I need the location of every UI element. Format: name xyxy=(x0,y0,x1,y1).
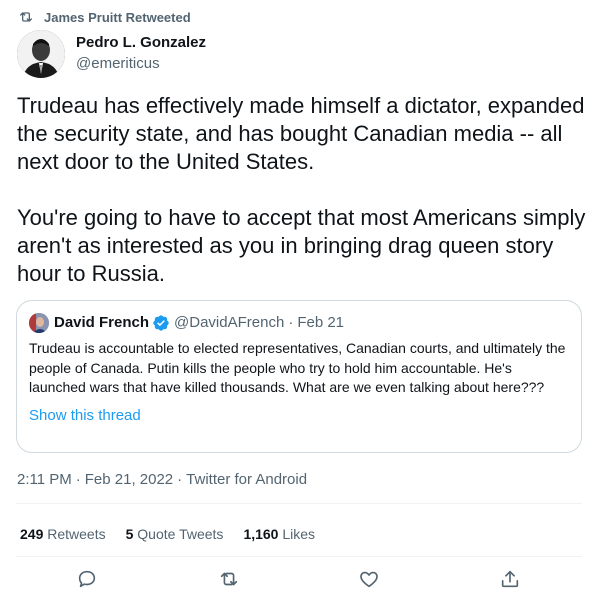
tweet-text: Trudeau has effectively made himself a d… xyxy=(17,92,587,288)
retweet-icon xyxy=(220,572,238,586)
tweet-source[interactable]: Twitter for Android xyxy=(186,471,307,488)
retweet-icon xyxy=(20,12,32,22)
quoted-date: Feb 21 xyxy=(297,314,345,331)
tweet-paragraph: Trudeau has effectively made himself a d… xyxy=(17,93,585,174)
quote-tweets-count: 5 xyxy=(125,526,134,542)
tweet-date[interactable]: Feb 21, 2022 xyxy=(85,471,173,488)
tweet-timestamp: 2:11 PM · Feb 21, 2022 · Twitter for And… xyxy=(17,471,307,488)
tweet-author: Pedro L. Gonzalez @emeriticus xyxy=(17,30,206,78)
like-button[interactable] xyxy=(358,568,380,590)
tweet-paragraph: You're going to have to accept that most… xyxy=(17,205,586,286)
quoted-author-name: David French xyxy=(54,314,150,331)
quote-tweets-stat[interactable]: 5 Quote Tweets xyxy=(126,524,224,544)
quoted-tweet-text: Trudeau is accountable to elected repres… xyxy=(29,340,566,395)
retweets-label: Retweets xyxy=(47,526,106,542)
retweets-count: 249 xyxy=(20,526,44,542)
retweet-context-label: James Pruitt Retweeted xyxy=(44,9,191,25)
tweet-actions xyxy=(0,568,598,598)
divider xyxy=(16,556,582,557)
tweet-stats: 249 Retweets 5 Quote Tweets 1,160 Likes xyxy=(20,524,335,544)
author-handle[interactable]: @emeriticus xyxy=(76,54,206,74)
verified-badge-icon xyxy=(153,315,169,331)
retweet-context[interactable]: James Pruitt Retweeted xyxy=(18,9,191,25)
likes-count: 1,160 xyxy=(243,526,279,542)
tweet-time[interactable]: 2:11 PM xyxy=(17,471,72,488)
like-icon xyxy=(360,571,378,588)
quoted-author-handle: @DavidAFrench xyxy=(174,314,285,331)
reply-icon xyxy=(78,570,96,588)
share-icon xyxy=(501,570,519,588)
retweets-stat[interactable]: 249 Retweets xyxy=(20,524,106,544)
retweet-button[interactable] xyxy=(218,568,240,590)
quoted-avatar xyxy=(29,313,49,333)
divider xyxy=(16,503,582,504)
separator-dot: · xyxy=(177,471,183,488)
likes-stat[interactable]: 1,160 Likes xyxy=(243,524,315,544)
show-thread-link[interactable]: Show this thread xyxy=(29,406,141,426)
likes-label: Likes xyxy=(282,526,316,542)
author-name[interactable]: Pedro L. Gonzalez xyxy=(76,34,206,52)
separator-dot: · xyxy=(288,314,294,331)
quoted-tweet[interactable]: David French @DavidAFrench · Feb 21 Trud… xyxy=(16,300,582,453)
separator-dot: · xyxy=(75,471,81,488)
reply-button[interactable] xyxy=(76,568,98,590)
share-button[interactable] xyxy=(499,568,521,590)
avatar[interactable] xyxy=(17,30,65,78)
quote-tweets-label: Quote Tweets xyxy=(137,526,224,542)
